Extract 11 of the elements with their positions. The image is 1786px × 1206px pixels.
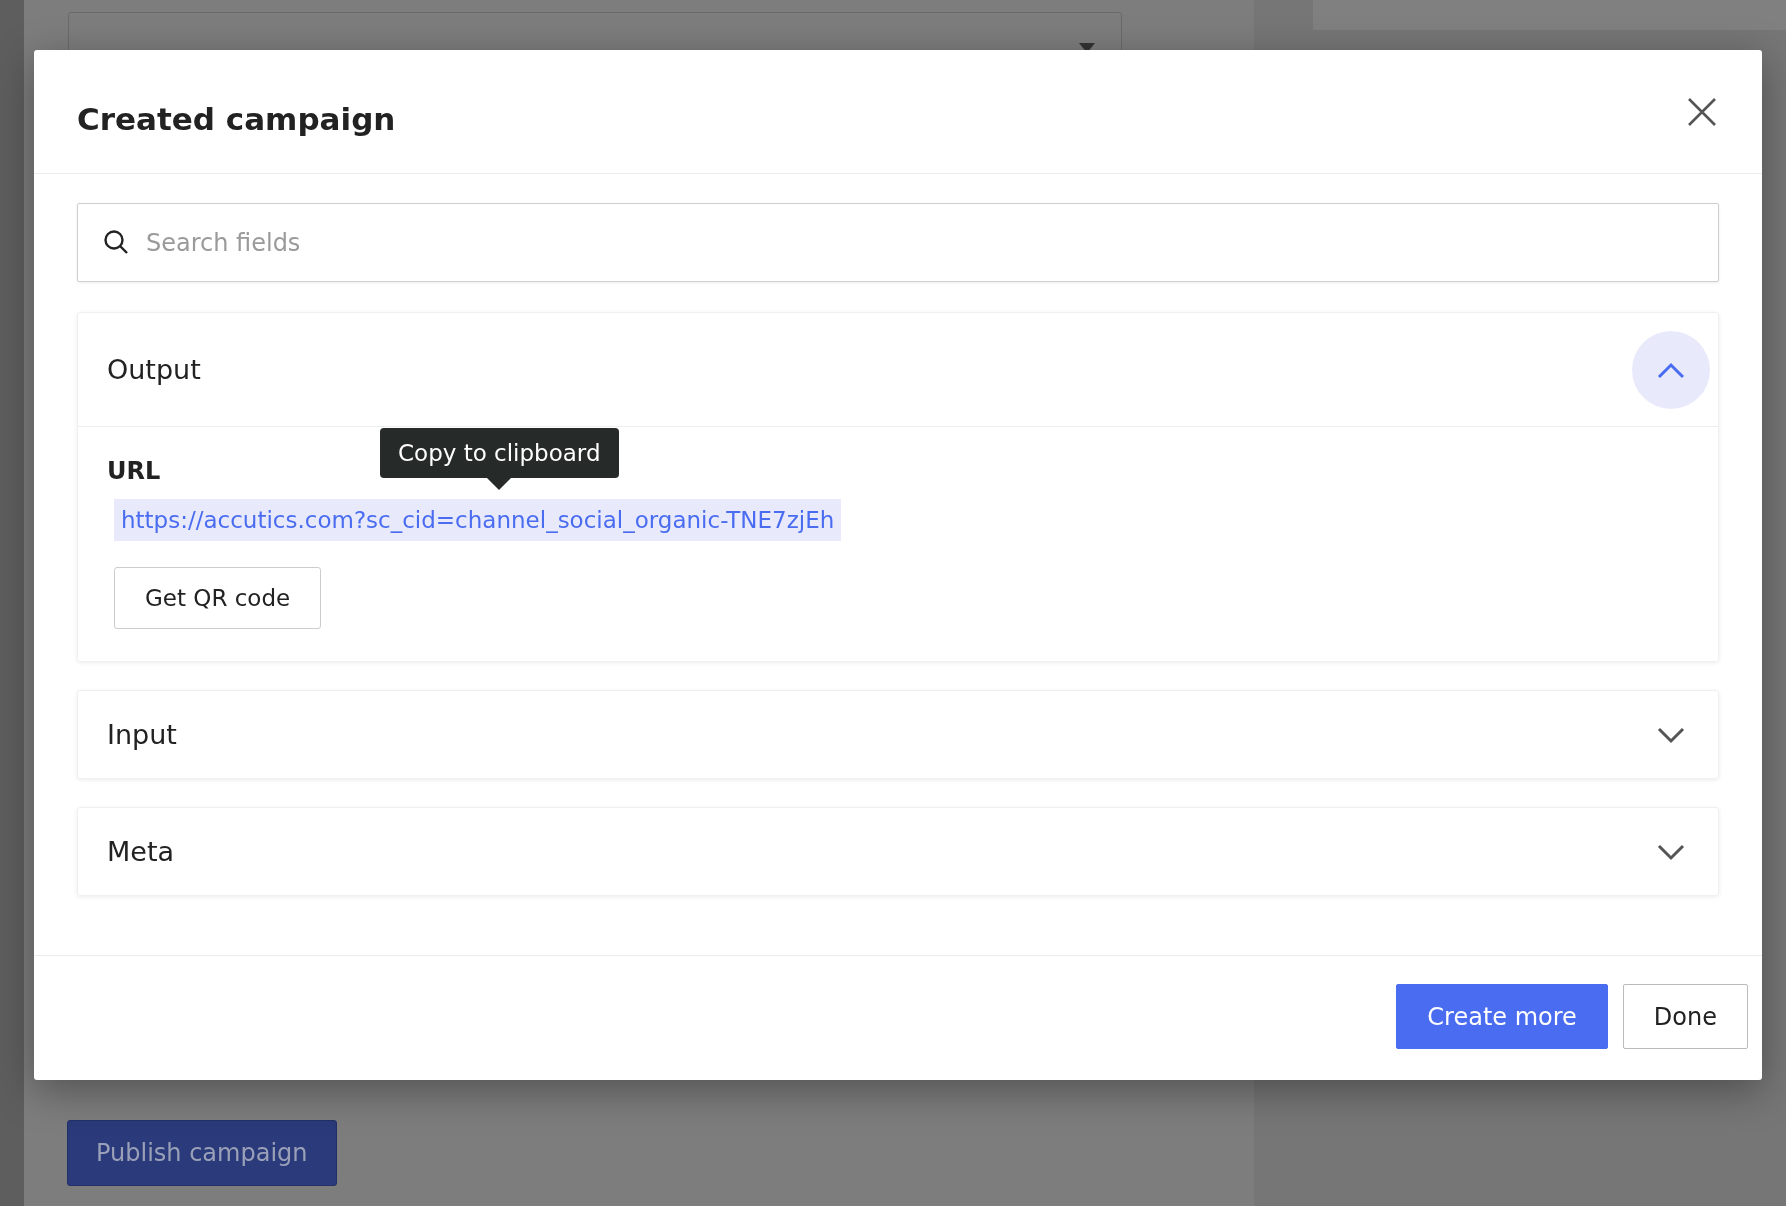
section-title: Meta <box>107 836 175 867</box>
publish-campaign-button[interactable]: Publish campaign <box>67 1120 337 1186</box>
field-label: URL <box>107 457 161 485</box>
section-title: Input <box>107 719 177 750</box>
section-title: Output <box>107 354 201 385</box>
dialog-title: Created campaign <box>77 99 396 137</box>
search-field[interactable]: Search fields <box>77 203 1719 282</box>
create-more-button[interactable]: Create more <box>1396 984 1608 1049</box>
url-link[interactable]: https://accutics.com?sc_cid=channel_social_organic-TNE7zjEh <box>114 499 842 541</box>
qr-code-button[interactable]: Get QR code <box>114 567 322 629</box>
done-button[interactable]: Done <box>1622 984 1748 1049</box>
